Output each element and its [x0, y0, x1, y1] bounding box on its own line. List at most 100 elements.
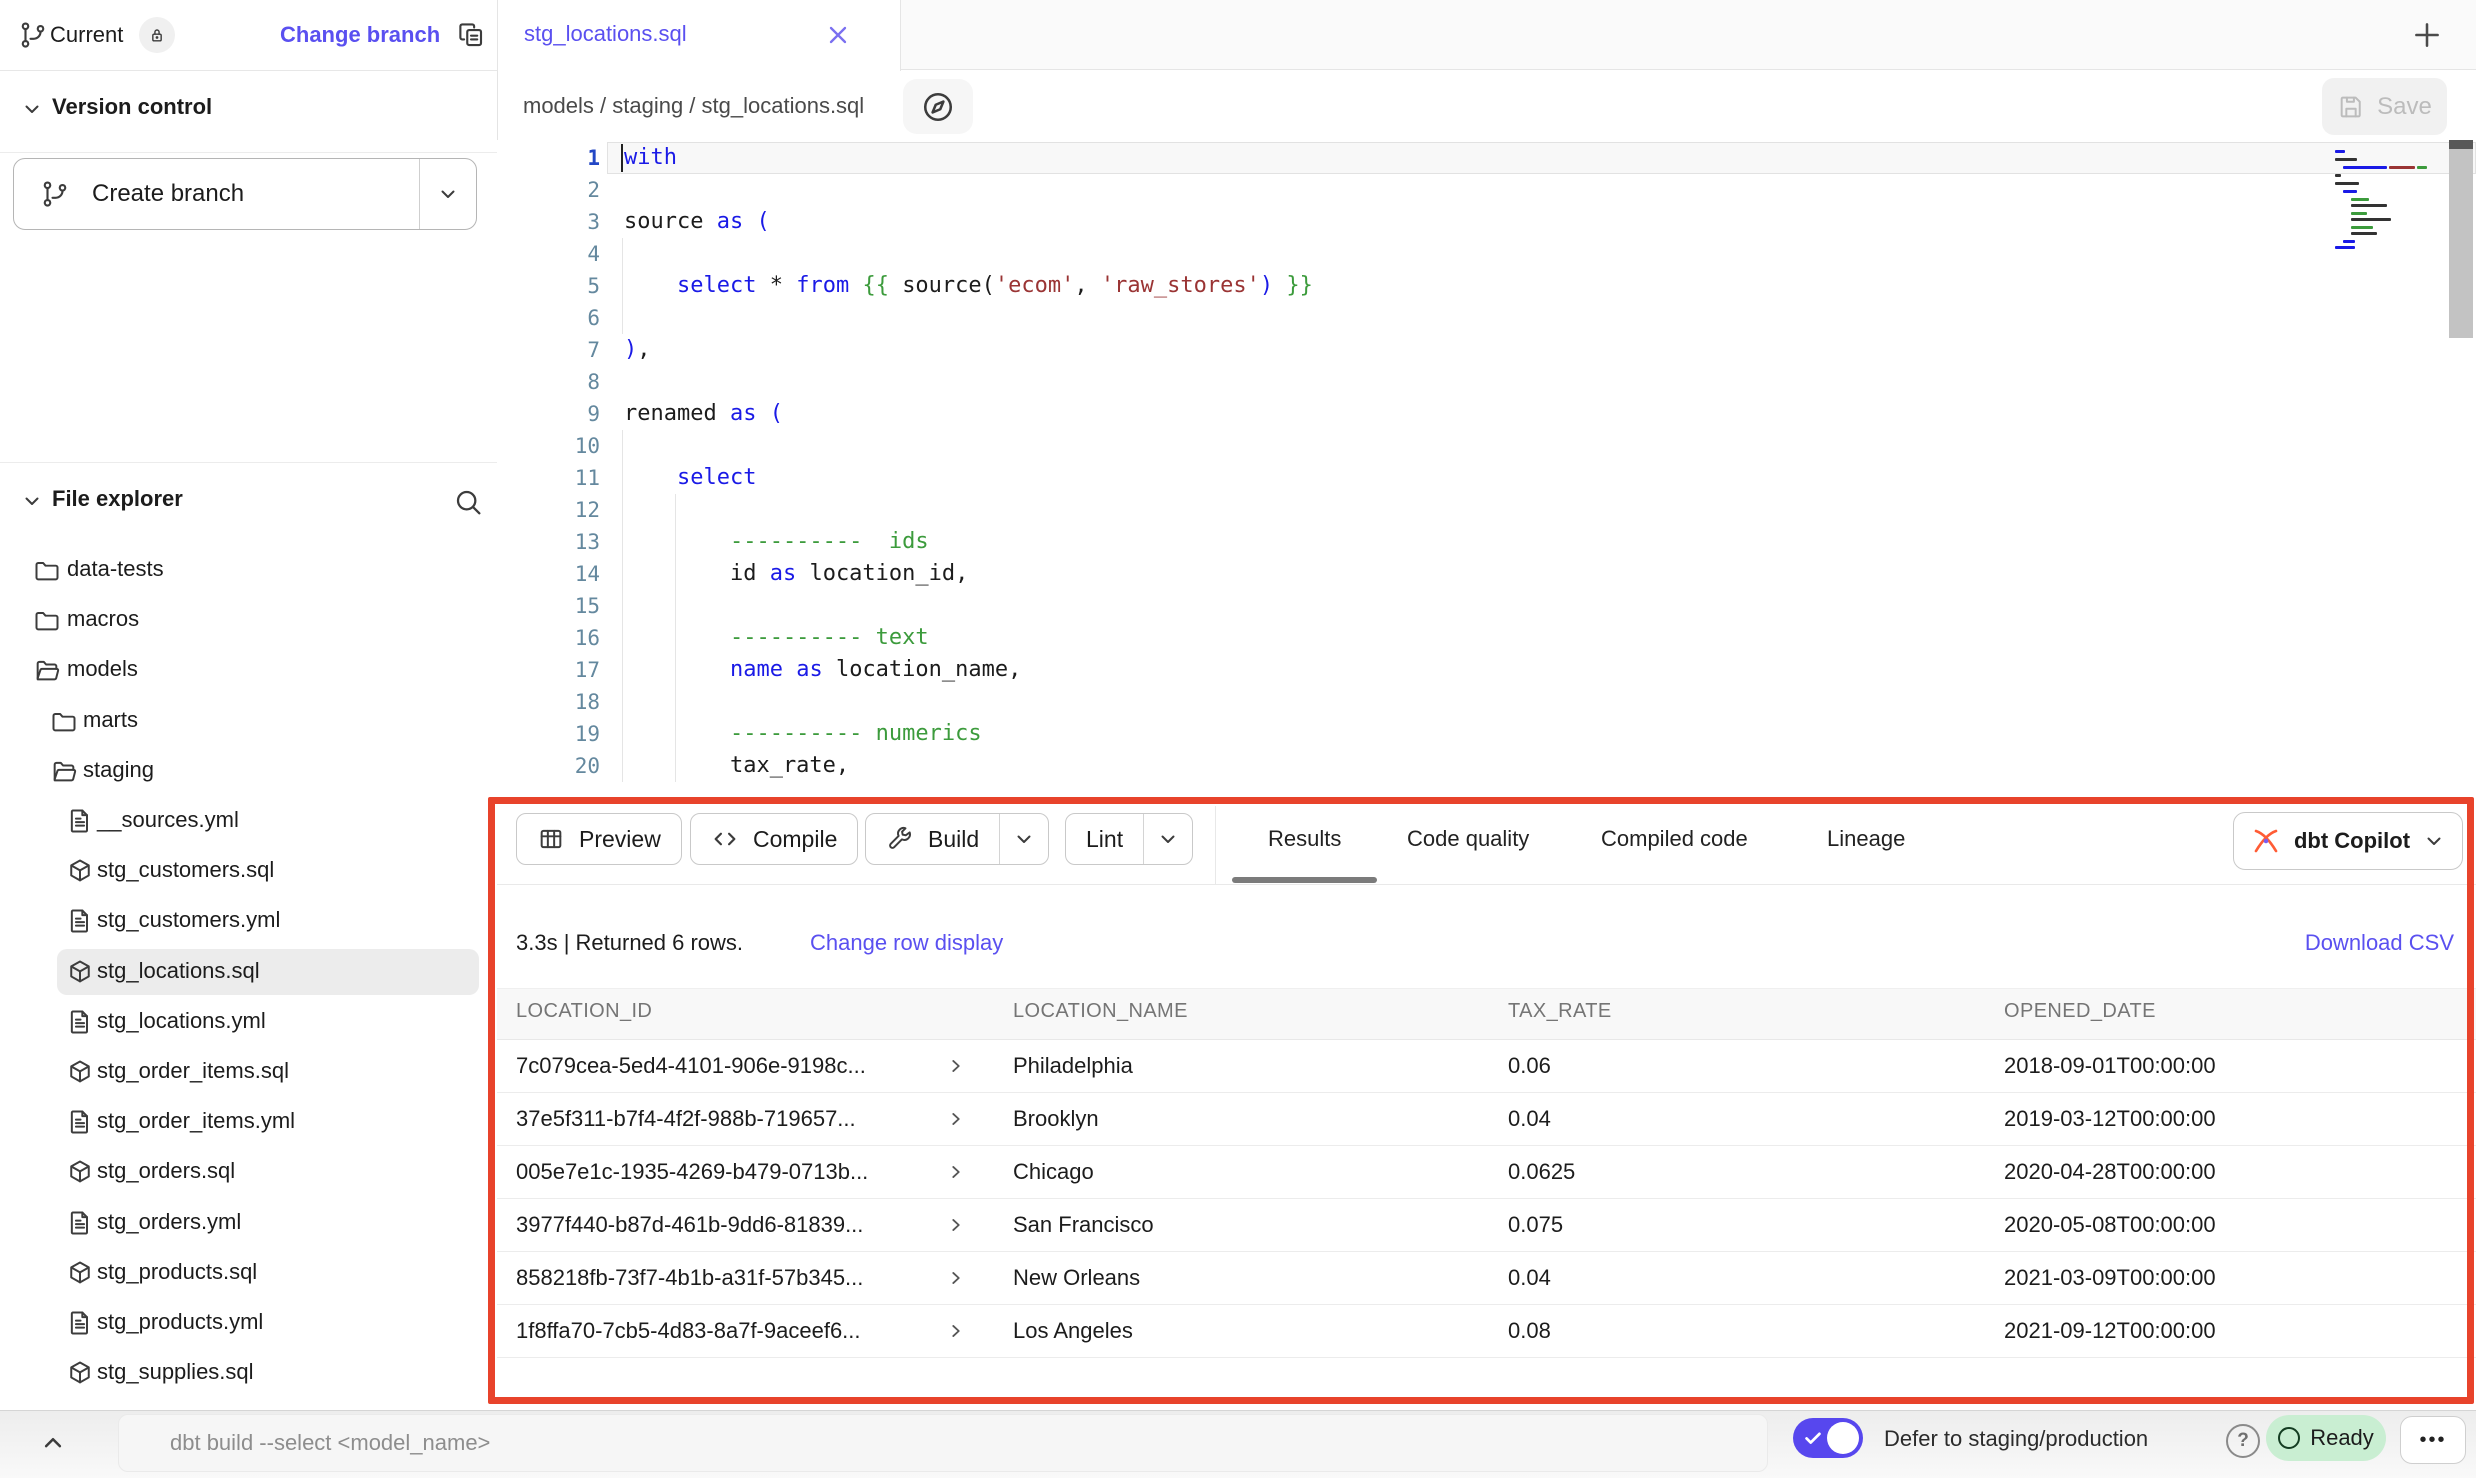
- file-tree-item-data-tests[interactable]: data-tests: [0, 545, 497, 595]
- editor-scrollbar-thumb[interactable]: [2449, 140, 2473, 149]
- file-tree-item-stg-products-yml[interactable]: stg_products.yml: [0, 1298, 497, 1348]
- cell-location-name: Chicago: [1013, 1159, 1094, 1185]
- minimap-line: [2343, 166, 2387, 169]
- current-branch-label[interactable]: Current: [50, 22, 123, 48]
- close-icon[interactable]: [824, 21, 852, 49]
- code-line-14[interactable]: id as location_id,: [624, 558, 1313, 590]
- create-branch-dropdown[interactable]: [419, 159, 476, 229]
- code-brackets-icon: [711, 825, 739, 853]
- doc-icon: [66, 807, 94, 835]
- build-button[interactable]: Build: [865, 813, 1049, 865]
- file-tree-item-stg-locations-sql[interactable]: stg_locations.sql: [0, 947, 497, 997]
- change-row-display-link[interactable]: Change row display: [810, 930, 1003, 956]
- row-expander-chevron-icon[interactable]: [945, 1161, 967, 1183]
- breadcrumb: models / staging / stg_locations.sql: [523, 93, 864, 119]
- line-number: 16: [497, 622, 600, 654]
- code-line-16[interactable]: ---------- text: [624, 622, 1313, 654]
- code-line-4[interactable]: [624, 238, 1313, 270]
- file-tree-item-stg-orders-yml[interactable]: stg_orders.yml: [0, 1198, 497, 1248]
- row-expander-chevron-icon[interactable]: [945, 1267, 967, 1289]
- tab-title: stg_locations.sql: [524, 21, 687, 47]
- version-control-collapse-chevron-icon[interactable]: [20, 97, 44, 121]
- download-csv-link[interactable]: Download CSV: [2305, 930, 2454, 956]
- line-number: 6: [497, 302, 600, 334]
- file-tree-item-stg-products-sql[interactable]: stg_products.sql: [0, 1248, 497, 1298]
- code-line-19[interactable]: ---------- numerics: [624, 718, 1313, 750]
- chevron-down-icon: [1156, 827, 1180, 851]
- minimap-line: [2351, 218, 2391, 221]
- compile-button[interactable]: Compile: [690, 813, 858, 865]
- cell-location-id: 858218fb-73f7-4b1b-a31f-57b345...: [516, 1265, 863, 1291]
- create-branch-button[interactable]: Create branch: [13, 158, 477, 230]
- help-icon[interactable]: ?: [2226, 1424, 2260, 1458]
- code-line-11[interactable]: select: [624, 462, 1313, 494]
- code-line-8[interactable]: [624, 366, 1313, 398]
- code-editor[interactable]: 1234567891011121314151617181920 with sou…: [497, 140, 2476, 805]
- build-dropdown[interactable]: [999, 814, 1048, 864]
- file-tree-item-stg-supplies-sql[interactable]: stg_supplies.sql: [0, 1348, 497, 1398]
- copy-icon[interactable]: [456, 20, 486, 50]
- save-button[interactable]: Save: [2322, 78, 2447, 135]
- create-branch-label: Create branch: [92, 180, 244, 208]
- code-line-1[interactable]: with: [624, 142, 1313, 174]
- editor-scrollbar[interactable]: [2449, 140, 2473, 338]
- more-options-button[interactable]: •••: [2400, 1416, 2466, 1464]
- file-name: __sources.yml: [97, 807, 239, 833]
- toggle-knob: [1827, 1422, 1859, 1454]
- minimap-line: [2335, 182, 2359, 185]
- status-badge: Ready: [2266, 1415, 2386, 1461]
- line-number: 2: [497, 174, 600, 206]
- code-line-7[interactable]: ),: [624, 334, 1313, 366]
- lint-dropdown[interactable]: [1143, 814, 1192, 864]
- file-tree-item-marts[interactable]: marts: [0, 696, 497, 746]
- panel-tab-compiled-code[interactable]: Compiled code: [1601, 826, 1748, 852]
- file-tree-item-stg-locations-yml[interactable]: stg_locations.yml: [0, 997, 497, 1047]
- code-line-2[interactable]: [624, 174, 1313, 206]
- defer-toggle[interactable]: [1793, 1418, 1863, 1458]
- divider: [0, 152, 497, 153]
- lint-button[interactable]: Lint: [1065, 813, 1193, 865]
- file-explorer-collapse-chevron-icon[interactable]: [20, 489, 44, 513]
- preview-button[interactable]: Preview: [516, 813, 682, 865]
- code-line-12[interactable]: [624, 494, 1313, 526]
- code-line-5[interactable]: select * from {{ source('ecom', 'raw_sto…: [624, 270, 1313, 302]
- minimap-line: [2351, 232, 2377, 235]
- panel-tab-lineage[interactable]: Lineage: [1827, 826, 1905, 852]
- new-tab-plus-icon[interactable]: [2410, 18, 2444, 52]
- code-line-3[interactable]: source as (: [624, 206, 1313, 238]
- file-tree-item-stg-order-items-yml[interactable]: stg_order_items.yml: [0, 1097, 497, 1147]
- dbt-copilot-button[interactable]: dbt Copilot: [2233, 812, 2463, 870]
- search-icon[interactable]: [452, 486, 484, 518]
- panel-tab-results[interactable]: Results: [1268, 826, 1341, 852]
- file-tree-item-stg-customers-yml[interactable]: stg_customers.yml: [0, 896, 497, 946]
- collapse-panel-chevron-up-icon[interactable]: [38, 1428, 68, 1458]
- file-name: marts: [83, 707, 138, 733]
- file-tree-item-models[interactable]: models: [0, 645, 497, 695]
- file-tree-item-stg-orders-sql[interactable]: stg_orders.sql: [0, 1147, 497, 1197]
- line-number: 1: [497, 142, 600, 174]
- code-line-6[interactable]: [624, 302, 1313, 334]
- code-line-13[interactable]: ---------- ids: [624, 526, 1313, 558]
- code-content[interactable]: with source as ( select * from {{ source…: [624, 142, 1313, 782]
- code-line-18[interactable]: [624, 686, 1313, 718]
- file-tree-item--sources-yml[interactable]: __sources.yml: [0, 796, 497, 846]
- panel-tab-code-quality[interactable]: Code quality: [1407, 826, 1529, 852]
- code-line-10[interactable]: [624, 430, 1313, 462]
- row-expander-chevron-icon[interactable]: [945, 1320, 967, 1342]
- file-tree-item-macros[interactable]: macros: [0, 595, 497, 645]
- file-tree-item-stg-order-items-sql[interactable]: stg_order_items.sql: [0, 1047, 497, 1097]
- open-in-docs-button[interactable]: [903, 79, 973, 134]
- row-expander-chevron-icon[interactable]: [945, 1214, 967, 1236]
- code-line-15[interactable]: [624, 590, 1313, 622]
- code-line-17[interactable]: name as location_name,: [624, 654, 1313, 686]
- file-tree-item-staging[interactable]: staging: [0, 746, 497, 796]
- tab-stg-locations[interactable]: stg_locations.sql: [497, 0, 901, 71]
- row-expander-chevron-icon[interactable]: [945, 1108, 967, 1130]
- row-expander-chevron-icon[interactable]: [945, 1055, 967, 1077]
- file-explorer-title: File explorer: [52, 486, 183, 512]
- code-line-9[interactable]: renamed as (: [624, 398, 1313, 430]
- change-branch-link[interactable]: Change branch: [280, 22, 440, 48]
- file-tree-item-stg-customers-sql[interactable]: stg_customers.sql: [0, 846, 497, 896]
- line-number: 7: [497, 334, 600, 366]
- code-line-20[interactable]: tax_rate,: [624, 750, 1313, 782]
